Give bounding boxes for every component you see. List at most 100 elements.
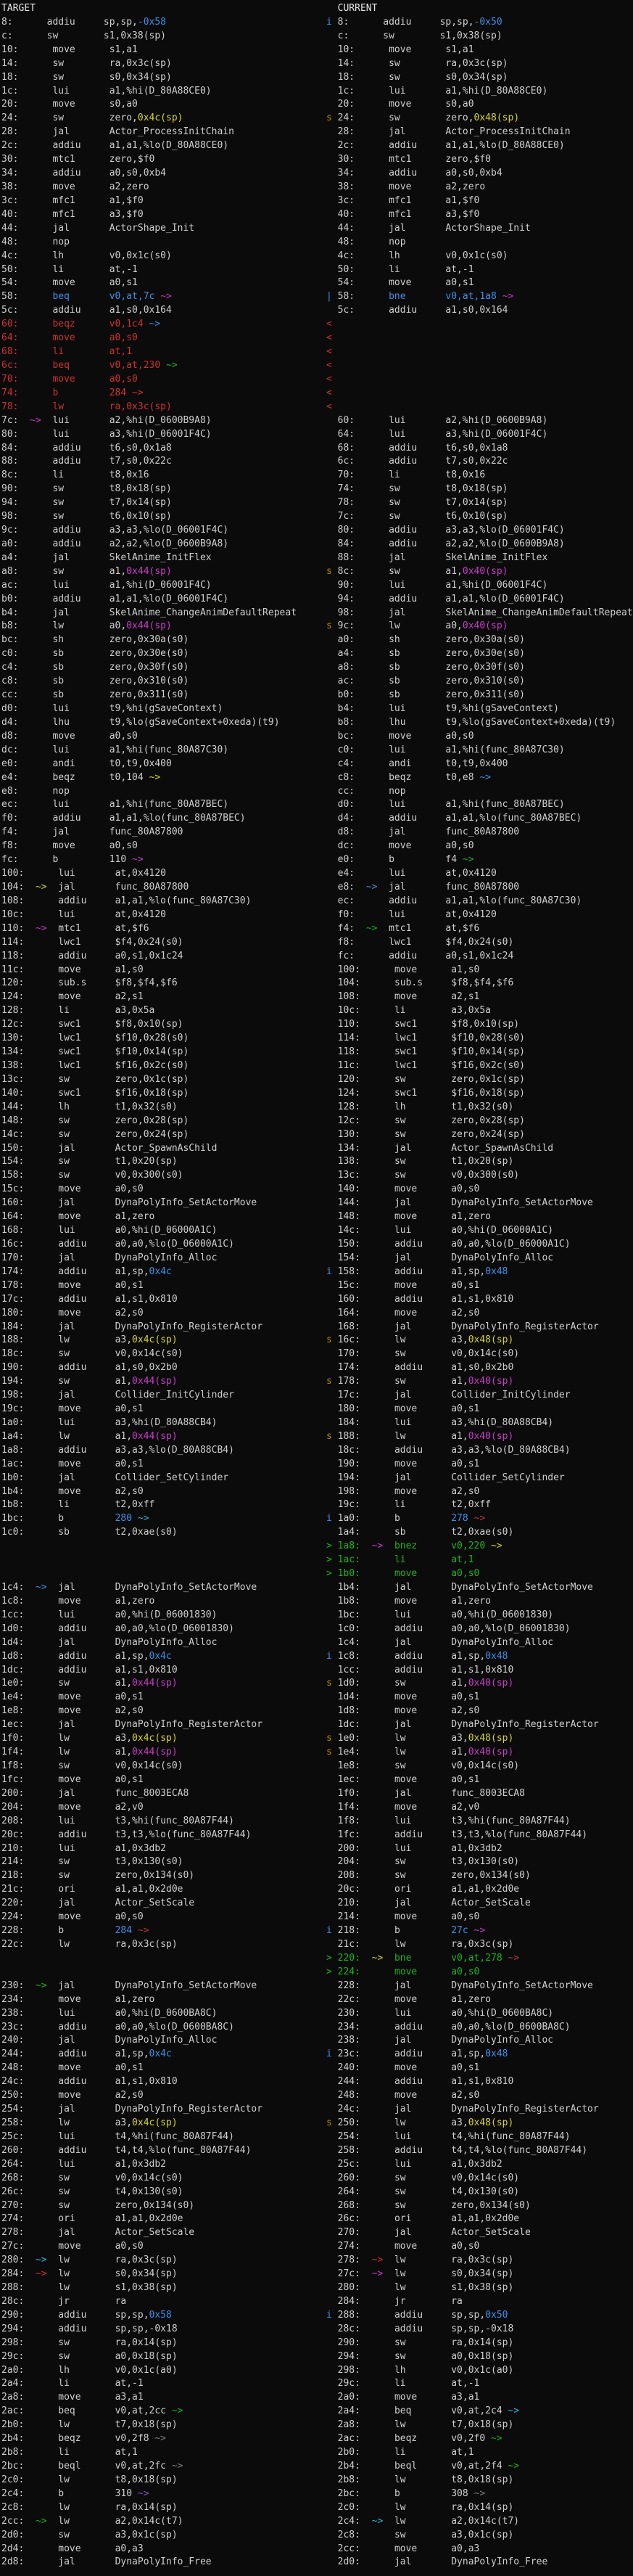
- target-line: 274: ori a1,a1,0x2d0e: [1, 2212, 183, 2226]
- target-line: 264: lui a1,0x3db2: [1, 2158, 166, 2172]
- current-line: 74: sw t8,0x18(sp): [326, 483, 508, 496]
- current-line: 240: move a0,s1: [326, 2062, 479, 2075]
- asm-row: 288: lw s1,0x38(sp) 280: lw s1,0x38(sp): [0, 2281, 633, 2295]
- asm-row: bc: sh zero,0x30a(s0) a0: sh zero,0x30a(…: [0, 633, 633, 647]
- current-line: e0: b f4 ~>: [326, 853, 474, 867]
- target-line: 208: lui t3,%hi(func_80A87F44): [1, 1815, 234, 1829]
- asm-row: 2b4: beqz v0,2f8 ~> 2ac: beqz v0,2f0 ~>: [0, 2432, 633, 2446]
- target-line: 18: sw s0,0x34(sp): [1, 71, 172, 85]
- current-line: 118: swc1 $f10,0x14(sp): [326, 1046, 525, 1059]
- target-line: 38: move a2,zero: [1, 181, 149, 194]
- current-line: 13c: sw v0,0x300(s0): [326, 1169, 519, 1183]
- current-line: 124: swc1 $f16,0x18(sp): [326, 1087, 525, 1101]
- asm-row: 120: sub.s $f8,$f4,$f6 104: sub.s $f8,$f…: [0, 977, 633, 990]
- asm-row: 22c: lw ra,0x3c(sp) 21c: lw ra,0x3c(sp): [0, 1938, 633, 1952]
- current-line: c8: beqz t0,e8 ~>: [326, 771, 491, 785]
- current-line: 170: sw v0,0x14c(s0): [326, 1348, 519, 1361]
- current-line: > 1ac: li at,1: [326, 1554, 474, 1567]
- current-line: 1a4: sb t2,0xae(s0): [326, 1526, 513, 1540]
- current-line: 20c: ori a1,a1,0x2d0e: [326, 1883, 519, 1897]
- current-line: s 250: lw a3,0x48(sp): [326, 2117, 513, 2130]
- current-line: i 158: addiu a1,sp,0x48: [326, 1266, 508, 1279]
- current-line: 78: sw t7,0x14(sp): [326, 496, 508, 510]
- target-line: 174: addiu a1,sp,0x4c: [1, 1266, 172, 1279]
- current-line: 258: addiu t4,t4,%lo(func_80A87F44): [326, 2144, 587, 2158]
- asm-row: 54: move a0,s1 54: move a0,s1: [0, 276, 633, 290]
- asm-row: 220: jal Actor_SetScale 210: jal Actor_S…: [0, 1897, 633, 1911]
- current-line: 160: addiu a1,s1,0x810: [326, 1293, 513, 1307]
- current-line: dc: move a0,s0: [326, 840, 474, 853]
- asm-row: 21c: ori a1,a1,0x2d0e 20c: ori a1,a1,0x2…: [0, 1883, 633, 1897]
- current-line: 290: sw ra,0x14(sp): [326, 2337, 513, 2350]
- asm-row: 2ac: beq v0,at,2cc ~> 2a4: beq v0,at,2c4…: [0, 2405, 633, 2419]
- target-line: 2b8: li at,1: [1, 2446, 138, 2460]
- target-line: ec: lui a1,%hi(func_80A87BEC): [1, 798, 228, 812]
- asm-row: 284: ~> lw s0,0x34(sp) 27c: ~> lw s0,0x3…: [0, 2268, 633, 2281]
- current-line: 1d8: move a2,s0: [326, 1705, 479, 1718]
- asm-row: 14c: sw zero,0x24(sp) 130: sw zero,0x24(…: [0, 1128, 633, 1142]
- asm-row: 14: sw ra,0x3c(sp) 14: sw ra,0x3c(sp): [0, 57, 633, 71]
- current-line: 198: move a2,s0: [326, 1485, 479, 1499]
- asm-row: 1bc: b 280 ~>i 1a0: b 278 ~>: [0, 1512, 633, 1526]
- asm-row: 8: addiu sp,sp,-0x58i 8: addiu sp,sp,-0x…: [0, 16, 633, 30]
- current-line: 14: sw ra,0x3c(sp): [326, 57, 508, 71]
- target-line: 2c8: lw ra,0x14(sp): [1, 2501, 178, 2515]
- current-line: 50: li at,-1: [326, 263, 474, 277]
- target-line: c8: sb zero,0x310(s0): [1, 675, 189, 689]
- current-line: 234: addiu a0,a0,%lo(D_0600BA8C): [326, 2021, 571, 2035]
- asm-row: c: sw s1,0x38(sp) c: sw s1,0x38(sp): [0, 30, 633, 44]
- asm-row: 19c: move a0,s1 180: move a0,s1: [0, 1403, 633, 1416]
- current-line: f0: lui at,0x4120: [326, 908, 497, 922]
- current-line: 40: mfc1 a3,$f0: [326, 208, 479, 222]
- target-line: b0: addiu a1,a1,%lo(D_06001F4C): [1, 593, 228, 607]
- asm-row: 294: addiu sp,sp,-0x18 28c: addiu sp,sp,…: [0, 2323, 633, 2337]
- target-line: 90: sw t8,0x18(sp): [1, 483, 172, 496]
- asm-row: 1dc: addiu a1,s1,0x810 1cc: addiu a1,s1,…: [0, 1664, 633, 1678]
- asm-row: 2a0: lh v0,0x1c(a0) 298: lh v0,0x1c(a0): [0, 2364, 633, 2378]
- current-line: 2b8: lw t8,0x18(sp): [326, 2474, 513, 2487]
- current-line: 284: jr ra: [326, 2295, 463, 2309]
- target-line: f8: move a0,s0: [1, 840, 138, 853]
- target-line: 1f8: sw v0,0x14c(s0): [1, 1760, 183, 1773]
- target-line: 1fc: move a0,s1: [1, 1773, 144, 1787]
- asm-row: 50: li at,-1 50: li at,-1: [0, 263, 633, 277]
- target-line: 228: b 284 ~>: [1, 1924, 149, 1938]
- target-line: 170: jal DynaPolyInfo_Alloc: [1, 1252, 217, 1266]
- asm-row: 184: jal DynaPolyInfo_RegisterActor 168:…: [0, 1321, 633, 1334]
- target-line: 1c0: sb t2,0xae(s0): [1, 1526, 178, 1540]
- current-line: b4: lui t9,%hi(gSaveContext): [326, 702, 559, 716]
- target-line: 198: jal Collider_InitCylinder: [1, 1389, 234, 1403]
- asm-row: cc: sb zero,0x311(s0) b0: sb zero,0x311(…: [0, 689, 633, 702]
- target-line: f0: addiu a1,a1,%lo(func_80A87BEC): [1, 812, 246, 826]
- asm-row: 80: lui a3,%hi(D_06001F4C) 64: lui a3,%h…: [0, 428, 633, 442]
- current-line: s 1d0: sw a1,0x40(sp): [326, 1677, 513, 1691]
- current-line: 244: addiu a1,s1,0x810: [326, 2075, 513, 2089]
- asm-row: 2d0: sw a3,0x1c(sp) 2c8: sw a3,0x1c(sp): [0, 2529, 633, 2543]
- asm-row: 1fc: move a0,s1 1ec: move a0,s1: [0, 1773, 633, 1787]
- asm-row: 1e4: move a0,s1 1d4: move a0,s1: [0, 1691, 633, 1705]
- asm-row: 2a4: li at,-1 29c: li at,-1: [0, 2377, 633, 2391]
- asm-row: 214: sw t3,0x130(s0) 204: sw t3,0x130(s0…: [0, 1855, 633, 1869]
- target-line: 30: mtc1 zero,$f0: [1, 153, 154, 167]
- current-line: bc: move a0,s0: [326, 730, 474, 744]
- current-line: 154: jal DynaPolyInfo_Alloc: [326, 1252, 553, 1266]
- asm-row: 2c8: lw ra,0x14(sp) 2c0: lw ra,0x14(sp): [0, 2501, 633, 2515]
- target-line: d8: move a0,s0: [1, 730, 138, 744]
- current-line: 28c: addiu sp,sp,-0x18: [326, 2323, 513, 2337]
- asm-row: 3c: mfc1 a1,$f0 3c: mfc1 a1,$f0: [0, 194, 633, 208]
- asm-row: 190: addiu a1,s0,0x2b0 174: addiu a1,s0,…: [0, 1361, 633, 1375]
- current-line: 100: move a1,s0: [326, 964, 479, 977]
- target-line: 1a0: lui a3,%hi(D_80A88CB4): [1, 1416, 217, 1430]
- current-line: 44: jal ActorShape_Init: [326, 222, 531, 236]
- asm-row: 298: sw ra,0x14(sp) 290: sw ra,0x14(sp): [0, 2337, 633, 2350]
- target-line: 16c: addiu a0,a0,%lo(D_06000A1C): [1, 1238, 234, 1252]
- current-line: 2a4: beq v0,at,2c4 ~>: [326, 2405, 519, 2419]
- target-line: 1d4: jal DynaPolyInfo_Alloc: [1, 1636, 217, 1650]
- asm-row: f4: jal func_80A87800 d8: jal func_80A87…: [0, 826, 633, 840]
- asm-row: 27c: move a0,s0 274: move a0,s0: [0, 2240, 633, 2254]
- current-line: 2ac: beqz v0,2f0 ~>: [326, 2432, 502, 2446]
- target-line: 110: ~> mtc1 at,$f6: [1, 922, 149, 936]
- target-line: 204: move a2,v0: [1, 1801, 144, 1815]
- asm-row: 244: addiu a1,sp,0x4ci 23c: addiu a1,sp,…: [0, 2048, 633, 2062]
- target-line: 254: jal DynaPolyInfo_RegisterActor: [1, 2103, 262, 2117]
